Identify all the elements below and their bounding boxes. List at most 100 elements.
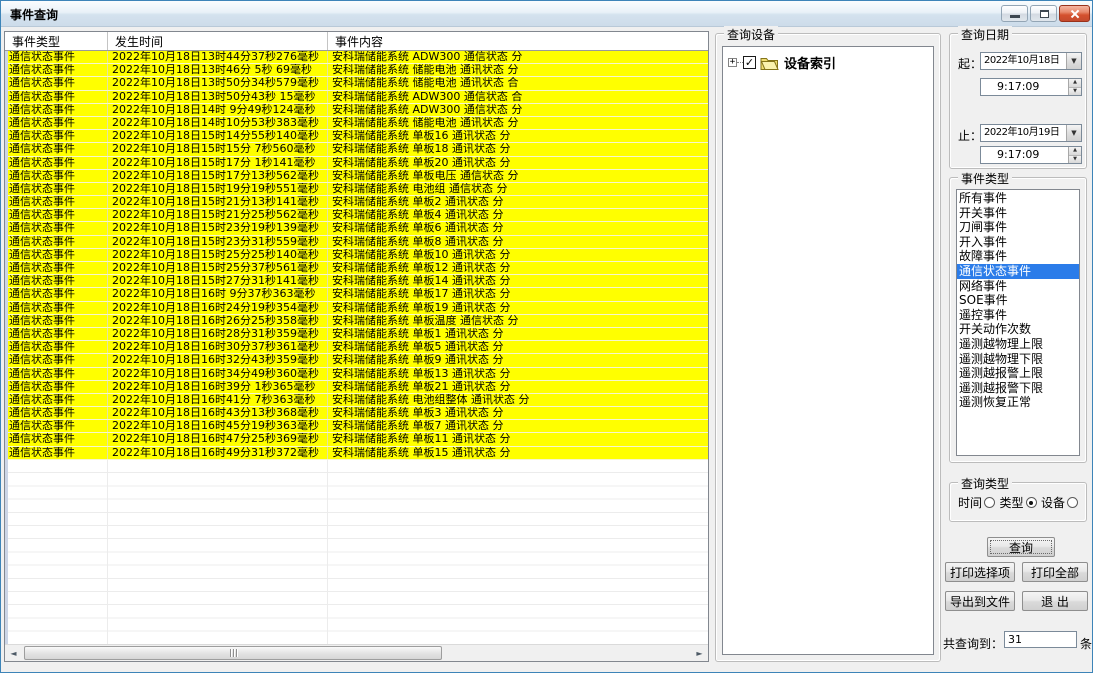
query-type-radio[interactable]: 类型 xyxy=(999,494,1036,511)
to-time-spinner[interactable]: 9:17:09 ▲ ▼ xyxy=(980,146,1082,164)
table-row[interactable]: 通信状态事件 2022年10月18日16时28分31秒359毫秒 安科瑞储能系统… xyxy=(5,328,708,341)
column-header-time[interactable]: 发生时间 xyxy=(108,32,328,50)
cell-event-time: 2022年10月18日16时49分31秒372毫秒 xyxy=(108,447,328,459)
table-row[interactable]: 通信状态事件 2022年10月18日15时23分19秒139毫秒 安科瑞储能系统… xyxy=(5,222,708,235)
tree-node-label[interactable]: 设备索引 xyxy=(784,53,836,72)
cell-event-content: 安科瑞储能系统 储能电池 通讯状态 合 xyxy=(328,77,708,89)
tree-checkbox[interactable]: ✓ xyxy=(743,56,756,69)
spin-up-icon[interactable]: ▲ xyxy=(1069,147,1081,156)
table-row[interactable]: 通信状态事件 2022年10月18日15时21分25秒562毫秒 安科瑞储能系统… xyxy=(5,209,708,222)
event-type-item[interactable]: 遥测越报警上限 xyxy=(957,366,1079,381)
table-row[interactable]: 通信状态事件 2022年10月18日15时17分13秒562毫秒 安科瑞储能系统… xyxy=(5,170,708,183)
table-row[interactable]: 通信状态事件 2022年10月18日16时32分43秒359毫秒 安科瑞储能系统… xyxy=(5,354,708,367)
maximize-button[interactable] xyxy=(1030,5,1057,22)
spin-down-icon[interactable]: ▼ xyxy=(1069,88,1081,96)
table-row[interactable]: 通信状态事件 2022年10月18日15时15分 7秒560毫秒 安科瑞储能系统… xyxy=(5,143,708,156)
folder-icon xyxy=(760,56,779,70)
event-type-item[interactable]: 网络事件 xyxy=(957,279,1079,294)
column-header-content[interactable]: 事件内容 xyxy=(328,32,708,50)
query-button[interactable]: 查询 xyxy=(987,537,1055,557)
table-row[interactable]: 通信状态事件 2022年10月18日16时45分19秒363毫秒 安科瑞储能系统… xyxy=(5,420,708,433)
cell-event-content: 安科瑞储能系统 单板3 通讯状态 分 xyxy=(328,407,708,419)
table-row[interactable]: 通信状态事件 2022年10月18日16时43分13秒368毫秒 安科瑞储能系统… xyxy=(5,407,708,420)
table-row[interactable]: 通信状态事件 2022年10月18日15时27分31秒141毫秒 安科瑞储能系统… xyxy=(5,275,708,288)
table-row[interactable]: 通信状态事件 2022年10月18日15时14分55秒140毫秒 安科瑞储能系统… xyxy=(5,130,708,143)
cell-event-time: 2022年10月18日16时24分19秒354毫秒 xyxy=(108,302,328,314)
table-row[interactable]: 通信状态事件 2022年10月18日15时25分25秒140毫秒 安科瑞储能系统… xyxy=(5,249,708,262)
table-row[interactable]: 通信状态事件 2022年10月18日15时25分37秒561毫秒 安科瑞储能系统… xyxy=(5,262,708,275)
dropdown-icon[interactable]: ▼ xyxy=(1066,53,1081,69)
cell-event-type: 通信状态事件 xyxy=(5,381,108,393)
radio-icon[interactable] xyxy=(984,497,995,508)
scroll-left-icon[interactable]: ◄ xyxy=(5,645,22,661)
event-type-item[interactable]: 开入事件 xyxy=(957,235,1079,250)
cell-event-type: 通信状态事件 xyxy=(5,157,108,169)
cell-event-type: 通信状态事件 xyxy=(5,328,108,340)
tree-expand-icon[interactable]: + xyxy=(728,58,737,67)
event-type-item[interactable]: 遥测越物理下限 xyxy=(957,352,1079,367)
from-time-value: 9:17:09 xyxy=(981,79,1068,95)
radio-icon[interactable] xyxy=(1026,497,1037,508)
table-row[interactable]: 通信状态事件 2022年10月18日16时41分 7秒363毫秒 安科瑞储能系统… xyxy=(5,394,708,407)
table-row[interactable]: 通信状态事件 2022年10月18日16时24分19秒354毫秒 安科瑞储能系统… xyxy=(5,302,708,315)
table-row[interactable]: 通信状态事件 2022年10月18日16时 9分37秒363毫秒 安科瑞储能系统… xyxy=(5,288,708,301)
cell-event-content: 安科瑞储能系统 单板12 通讯状态 分 xyxy=(328,262,708,274)
from-date-combobox[interactable]: 2022年10月18日 ▼ xyxy=(980,52,1082,70)
table-row[interactable]: 通信状态事件 2022年10月18日16时49分31秒372毫秒 安科瑞储能系统… xyxy=(5,447,708,460)
event-type-item[interactable]: 所有事件 xyxy=(957,191,1079,206)
exit-button[interactable]: 退 出 xyxy=(1022,591,1088,611)
event-type-item[interactable]: 遥控事件 xyxy=(957,308,1079,323)
table-row[interactable]: 通信状态事件 2022年10月18日15时19分19秒551毫秒 安科瑞储能系统… xyxy=(5,183,708,196)
event-type-item[interactable]: 遥测越物理上限 xyxy=(957,337,1079,352)
event-type-item[interactable]: 故障事件 xyxy=(957,249,1079,264)
event-type-item[interactable]: SOE事件 xyxy=(957,293,1079,308)
from-time-spinner[interactable]: 9:17:09 ▲ ▼ xyxy=(980,78,1082,96)
table-row[interactable]: 通信状态事件 2022年10月18日14时 9分49秒124毫秒 安科瑞储能系统… xyxy=(5,104,708,117)
column-header-type[interactable]: 事件类型 xyxy=(5,32,108,50)
print-selected-button[interactable]: 打印选择项 xyxy=(945,562,1015,582)
to-date-combobox[interactable]: 2022年10月19日 ▼ xyxy=(980,124,1082,142)
print-all-button[interactable]: 打印全部 xyxy=(1022,562,1088,582)
event-type-item[interactable]: 开关事件 xyxy=(957,206,1079,221)
radio-icon[interactable] xyxy=(1067,497,1078,508)
event-type-listbox[interactable]: 所有事件开关事件刀闸事件开入事件故障事件通信状态事件网络事件SOE事件遥控事件开… xyxy=(956,189,1080,456)
table-row[interactable]: 通信状态事件 2022年10月18日15时21分13秒141毫秒 安科瑞储能系统… xyxy=(5,196,708,209)
event-query-window: 事件查询 事件类型 发生时间 事件内容 通信状态事件 2022年10月18日13… xyxy=(0,0,1093,673)
table-row[interactable]: 通信状态事件 2022年10月18日16时47分25秒369毫秒 安科瑞储能系统… xyxy=(5,433,708,446)
dropdown-icon[interactable]: ▼ xyxy=(1066,125,1081,141)
event-type-item[interactable]: 通信状态事件 xyxy=(957,264,1079,279)
table-row[interactable]: 通信状态事件 2022年10月18日13时44分37秒276毫秒 安科瑞储能系统… xyxy=(5,51,708,64)
table-row[interactable]: 通信状态事件 2022年10月18日16时34分49秒360毫秒 安科瑞储能系统… xyxy=(5,368,708,381)
table-row[interactable]: 通信状态事件 2022年10月18日16时39分 1秒365毫秒 安科瑞储能系统… xyxy=(5,381,708,394)
scroll-right-icon[interactable]: ► xyxy=(691,645,708,661)
table-row[interactable]: 通信状态事件 2022年10月18日13时50分43秒 15毫秒 安科瑞储能系统… xyxy=(5,91,708,104)
spin-down-icon[interactable]: ▼ xyxy=(1069,156,1081,164)
table-row[interactable]: 通信状态事件 2022年10月18日16时30分37秒361毫秒 安科瑞储能系统… xyxy=(5,341,708,354)
spin-up-icon[interactable]: ▲ xyxy=(1069,79,1081,88)
table-row[interactable]: 通信状态事件 2022年10月18日16时26分25秒358毫秒 安科瑞储能系统… xyxy=(5,315,708,328)
table-row[interactable]: 通信状态事件 2022年10月18日13时50分34秒579毫秒 安科瑞储能系统… xyxy=(5,77,708,90)
result-count-field[interactable]: 31 xyxy=(1004,631,1077,648)
event-type-item[interactable]: 开关动作次数 xyxy=(957,322,1079,337)
table-row[interactable]: 通信状态事件 2022年10月18日15时23分31秒559毫秒 安科瑞储能系统… xyxy=(5,236,708,249)
table-row[interactable]: 通信状态事件 2022年10月18日15时17分 1秒141毫秒 安科瑞储能系统… xyxy=(5,157,708,170)
cell-event-type: 通信状态事件 xyxy=(5,275,108,287)
close-button[interactable] xyxy=(1059,5,1090,22)
cell-event-time: 2022年10月18日15时17分13秒562毫秒 xyxy=(108,170,328,182)
horizontal-scrollbar[interactable]: ◄ ► xyxy=(5,644,708,661)
cell-event-time: 2022年10月18日16时28分31秒359毫秒 xyxy=(108,328,328,340)
event-type-item[interactable]: 遥测越报警下限 xyxy=(957,381,1079,396)
query-date-group: 查询日期 起： 2022年10月18日 ▼ 9:17:09 ▲ ▼ 止： 202… xyxy=(949,33,1087,169)
query-type-radio[interactable]: 设备 xyxy=(1041,494,1078,511)
minimize-icon xyxy=(1010,15,1020,18)
table-row[interactable]: 通信状态事件 2022年10月18日14时10分53秒383毫秒 安科瑞储能系统… xyxy=(5,117,708,130)
scrollbar-thumb[interactable] xyxy=(24,646,442,660)
tree-node-device-index[interactable]: + ✓ 设备索引 xyxy=(723,47,933,72)
minimize-button[interactable] xyxy=(1001,5,1028,22)
export-to-file-button[interactable]: 导出到文件 xyxy=(945,591,1015,611)
event-type-item[interactable]: 遥测恢复正常 xyxy=(957,395,1079,410)
event-type-item[interactable]: 刀闸事件 xyxy=(957,220,1079,235)
query-type-radio[interactable]: 时间 xyxy=(958,494,995,511)
cell-event-type: 通信状态事件 xyxy=(5,407,108,419)
table-row[interactable]: 通信状态事件 2022年10月18日13时46分 5秒 69毫秒 安科瑞储能系统… xyxy=(5,64,708,77)
